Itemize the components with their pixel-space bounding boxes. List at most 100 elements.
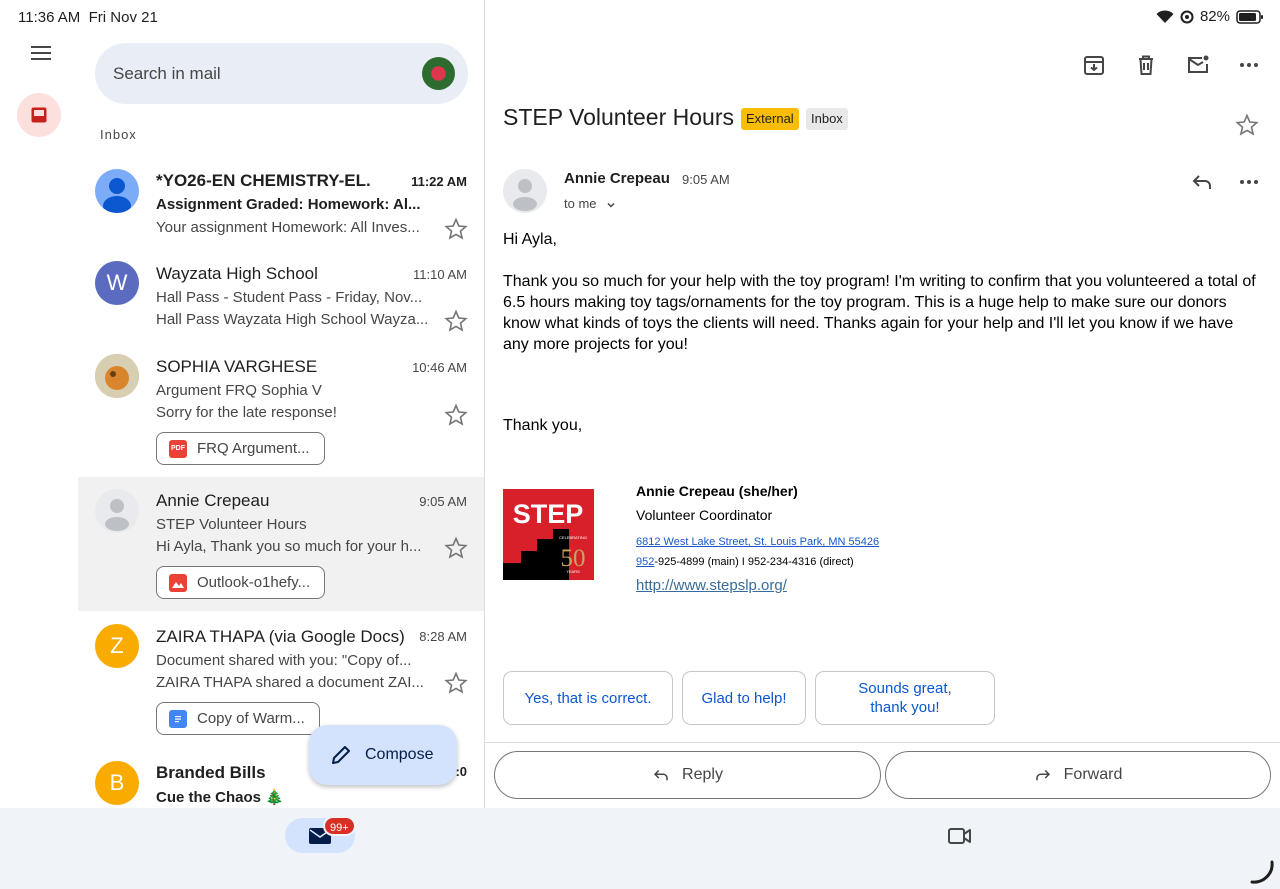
message-more-icon[interactable] xyxy=(1237,170,1261,194)
email-item[interactable]: SOPHIA VARGHESE 10:46 AM Argument FRQ So… xyxy=(78,343,484,477)
recipients-label: to me xyxy=(564,196,597,211)
avatar: B xyxy=(95,761,139,805)
archive-icon[interactable] xyxy=(1082,53,1106,77)
subject: Argument FRQ Sophia V xyxy=(156,382,322,399)
time: 10:46 AM xyxy=(412,360,467,375)
email-item[interactable]: W Wayzata High School 11:10 AM Hall Pass… xyxy=(78,249,484,341)
label-external: External xyxy=(741,108,799,130)
more-options-icon[interactable] xyxy=(1237,53,1261,77)
step-logo-caption-top: CELEBRATING xyxy=(559,535,587,540)
phone-link[interactable]: 952 xyxy=(636,556,654,568)
star-icon[interactable] xyxy=(444,217,468,241)
battery-percent: 82% xyxy=(1199,8,1230,25)
signature-name: Annie Crepeau (she/her) xyxy=(636,483,798,499)
pdf-icon: PDF xyxy=(169,439,187,458)
sender: Branded Bills xyxy=(156,763,266,782)
list-label: Inbox xyxy=(100,127,137,142)
wifi-icon xyxy=(1156,9,1174,23)
website-link[interactable]: http://www.stepslp.org/ xyxy=(636,577,787,594)
attachment-chip[interactable]: PDF FRQ Argument... xyxy=(156,432,325,465)
reply-icon xyxy=(653,769,668,781)
step-logo-caption-bottom: YEARS xyxy=(566,569,580,574)
phone-text: -925-4899 (main) I 952-234-4316 (direct) xyxy=(654,556,854,568)
signature-phone: 952-925-4899 (main) I 952-234-4316 (dire… xyxy=(636,556,854,568)
battery-icon xyxy=(1236,9,1263,24)
reply-icon[interactable] xyxy=(1190,170,1214,194)
smart-reply-button[interactable]: Sounds great, thank you! xyxy=(815,671,995,725)
avatar: Z xyxy=(95,624,139,668)
snippet: Hall Pass Wayzata High School Wayza... xyxy=(156,311,429,328)
snippet: Hi Ayla, Thank you so much for your h... xyxy=(156,538,422,555)
subject: Cue the Chaos 🎄 xyxy=(156,789,284,806)
snippet: Your assignment Homework: All Inves... xyxy=(156,219,420,236)
sync-icon xyxy=(1180,10,1194,23)
message-time: 9:05 AM xyxy=(682,172,730,187)
signature-role: Volunteer Coordinator xyxy=(636,507,773,523)
smart-reply-button[interactable]: Yes, that is correct. xyxy=(503,671,673,725)
search-bar[interactable]: Search in mail xyxy=(95,43,468,104)
star-icon[interactable] xyxy=(444,309,468,333)
star-icon[interactable] xyxy=(444,536,468,560)
docs-icon xyxy=(169,709,187,728)
snippet: ZAIRA THAPA shared a document ZAI... xyxy=(156,674,424,691)
avatar xyxy=(95,489,139,533)
address-link[interactable]: 6812 West Lake Street, St. Louis Park, M… xyxy=(636,536,879,548)
delete-icon[interactable] xyxy=(1134,53,1158,77)
rail-inbox-button[interactable] xyxy=(17,93,61,137)
sender-avatar[interactable] xyxy=(503,169,547,213)
reply-button[interactable]: Reply xyxy=(494,751,881,799)
image-icon xyxy=(169,573,187,592)
action-divider xyxy=(485,742,1280,743)
forward-label: Forward xyxy=(1063,766,1123,783)
attachment-label: Copy of Warm... xyxy=(197,710,305,727)
email-item[interactable]: *YO26-EN CHEMISTRY-EL. 11:22 AM Assignme… xyxy=(78,157,484,247)
email-item-selected[interactable]: Annie Crepeau 9:05 AM STEP Volunteer Hou… xyxy=(78,477,484,611)
signature-address[interactable]: 6812 West Lake Street, St. Louis Park, M… xyxy=(636,533,879,548)
resize-handle-icon xyxy=(1250,860,1274,884)
time: :0 xyxy=(455,764,467,779)
smart-reply-button[interactable]: Glad to help! xyxy=(682,671,806,725)
subject: STEP Volunteer Hours xyxy=(156,516,307,533)
status-time: 11:36 AM Fri Nov 21 xyxy=(18,9,158,26)
label-inbox[interactable]: Inbox xyxy=(806,108,848,130)
sender: *YO26-EN CHEMISTRY-EL. xyxy=(156,171,371,190)
time: 11:22 AM xyxy=(411,174,467,189)
avatar xyxy=(95,354,139,398)
pane-divider xyxy=(484,0,485,808)
unread-badge: 99+ xyxy=(323,816,356,836)
status-icons: 82% xyxy=(1156,8,1264,25)
forward-button[interactable]: Forward xyxy=(885,751,1271,799)
recipients-toggle[interactable]: to me xyxy=(564,196,616,211)
mark-unread-icon[interactable] xyxy=(1186,53,1210,77)
account-avatar[interactable] xyxy=(422,57,455,90)
time: 8:28 AM xyxy=(419,629,467,644)
star-icon[interactable] xyxy=(444,403,468,427)
chevron-down-icon xyxy=(607,202,615,208)
message-title: STEP Volunteer Hours xyxy=(503,104,734,130)
attachment-chip[interactable]: Copy of Warm... xyxy=(156,702,320,735)
compose-label: Compose xyxy=(365,746,434,763)
email-list: *YO26-EN CHEMISTRY-EL. 11:22 AM Assignme… xyxy=(78,157,484,809)
avatar xyxy=(95,169,139,213)
avatar: W xyxy=(95,261,139,305)
compose-button[interactable]: Compose xyxy=(309,725,457,785)
step-logo-text: STEP xyxy=(513,499,584,529)
attachment-chip[interactable]: Outlook-o1hefy... xyxy=(156,566,326,599)
subject: Hall Pass - Student Pass - Friday, Nov..… xyxy=(156,289,423,306)
forward-icon xyxy=(1035,769,1050,781)
step-logo: STEP CELEBRATING 50 YEARS xyxy=(503,489,594,580)
sender: Wayzata High School xyxy=(156,264,318,283)
sender-name: Annie Crepeau xyxy=(564,170,670,187)
star-icon[interactable] xyxy=(1235,113,1259,137)
greeting: Hi Ayla, xyxy=(503,231,557,248)
attachment-label: FRQ Argument... xyxy=(197,440,310,457)
closing: Thank you, xyxy=(503,417,583,434)
subject: Document shared with you: "Copy of... xyxy=(156,652,412,669)
inbox-icon xyxy=(31,107,47,123)
video-icon[interactable] xyxy=(947,825,973,847)
star-icon[interactable] xyxy=(444,671,468,695)
pencil-icon xyxy=(332,746,350,764)
menu-icon[interactable] xyxy=(28,40,54,66)
time: 9:05 AM xyxy=(419,494,467,509)
sender: Annie Crepeau xyxy=(156,491,270,510)
